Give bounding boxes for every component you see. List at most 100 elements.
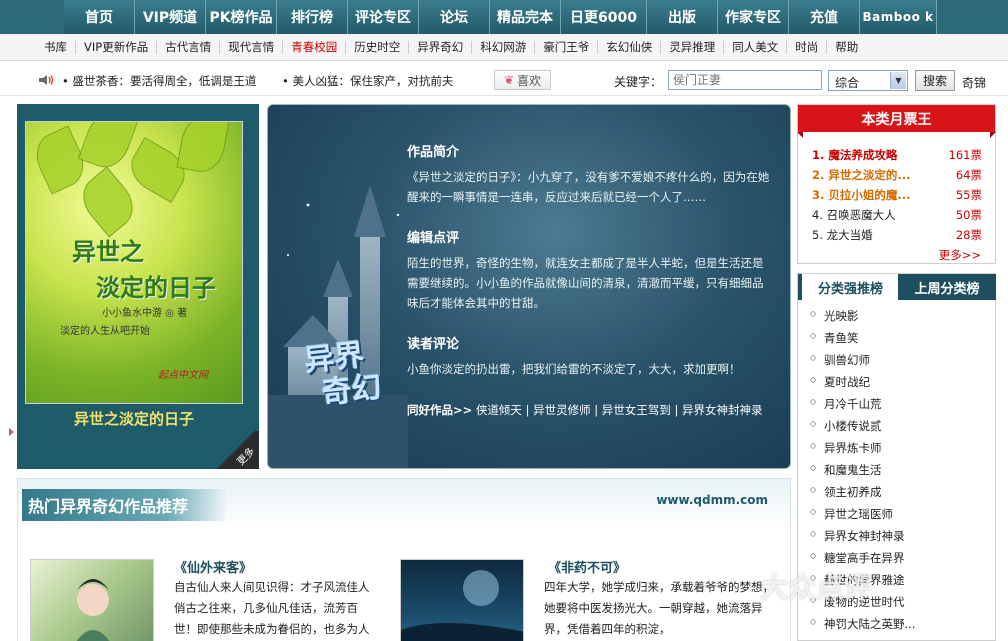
nav-vip[interactable]: VIP频道 (135, 0, 206, 34)
slide-marker-icon[interactable] (9, 428, 14, 436)
category-tab[interactable]: 现代言情 (220, 40, 284, 54)
ranking-votes: 50票 (955, 208, 982, 222)
category-book-item[interactable]: 领主初养成 (810, 484, 915, 506)
more-corner-tag[interactable]: 更多 (213, 431, 259, 469)
ranking-book-name[interactable]: 3. 贝拉小姐的魔... (812, 187, 910, 207)
ranking-book-name[interactable]: 2. 异世之淡定的... (812, 167, 910, 187)
ranking-row[interactable]: 5. 龙大当婚 28票 (812, 227, 982, 247)
category-tab[interactable]: 灵异推理 (661, 40, 725, 54)
ranking-row[interactable]: 3. 贝拉小姐的魔... 55票 (812, 187, 982, 207)
category-tab[interactable]: 古代言情 (157, 40, 221, 54)
category-book-item[interactable]: 驯兽幻师 (810, 352, 915, 374)
tab-last-week[interactable]: 上周分类榜 (898, 274, 996, 300)
category-book-item[interactable]: 月冷千山荒 (810, 396, 915, 418)
watermark: 大众点评 (760, 571, 873, 604)
nav-recharge[interactable]: 充值 (789, 0, 860, 34)
nav-publish[interactable]: 出版 (647, 0, 718, 34)
book-intro-panel: 作品简介 《异世之淡定的日子》：小九穿了，没有爹不爱娘不疼什么的，因为在她醒来的… (267, 104, 791, 469)
top-link-tail[interactable]: 奇锦 (962, 74, 986, 91)
top-nav: 首页 VIP频道 PK榜作品 排行榜 评论专区 论坛 精品完本 日更6000 出… (0, 0, 1008, 34)
category-tab[interactable]: 青春校园 (283, 40, 347, 54)
ranking-row[interactable]: 1. 魔法养成攻略 161票 (812, 147, 982, 167)
nav-forum[interactable]: 论坛 (419, 0, 490, 34)
ranking-votes: 161票 (948, 148, 982, 162)
category-tab[interactable]: 历史时空 (346, 40, 410, 54)
search-type-value: 综合 (835, 76, 860, 90)
category-tab[interactable]: 科幻网游 (472, 40, 536, 54)
category-tab[interactable]: 玄幻仙侠 (598, 40, 662, 54)
book-title-2[interactable]: 《非药不可》 (548, 557, 626, 576)
nav-home[interactable]: 首页 (64, 0, 135, 34)
category-tab[interactable]: 帮助 (827, 40, 866, 54)
nav-rank[interactable]: 排行榜 (277, 0, 348, 34)
category-book-item[interactable]: 青鱼笑 (810, 330, 915, 352)
book-thumb-2-art (401, 570, 523, 641)
nav-daily6000[interactable]: 日更6000 (561, 0, 647, 34)
nav-writer[interactable]: 作家专区 (718, 0, 789, 34)
category-tab[interactable]: 豪门王爷 (535, 40, 599, 54)
category-book-item[interactable]: 小楼传说贰 (810, 418, 915, 440)
leaf-decoration (176, 122, 230, 176)
category-tab[interactable]: 异界奇幻 (409, 40, 473, 54)
category-tab[interactable]: 时尚 (787, 40, 828, 54)
cover-title-line1: 异世之 (72, 238, 144, 266)
ranking-row[interactable]: 2. 异世之淡定的... 64票 (812, 167, 982, 187)
category-book-item[interactable]: 神罚大陆之英野... (810, 616, 915, 638)
nav-review[interactable]: 评论专区 (348, 0, 419, 34)
book-thumb-1[interactable] (30, 559, 154, 641)
chevron-down-icon: ▼ (890, 72, 906, 89)
category-tab[interactable]: 同人美文 (724, 40, 788, 54)
search-type-select[interactable]: 综合 ▼ (828, 70, 908, 91)
keyword-label: 关键字： (614, 75, 663, 89)
nav-bamboo[interactable]: Bamboo k (860, 0, 937, 34)
ranking-votes: 64票 (955, 168, 982, 182)
nav-pk[interactable]: PK榜作品 (206, 0, 277, 34)
category-book-item[interactable]: 和魔鬼生活 (810, 462, 915, 484)
book-title-1[interactable]: 《仙外来客》 (174, 557, 252, 576)
category-tab[interactable]: VIP更新作品 (76, 40, 158, 54)
related-works: 同好作品>> 侠道倾天 | 异世灵修师 | 异世女王驾到 | 异界女神封神录 (407, 402, 763, 418)
category-book-item[interactable]: 异界女神封神录 (810, 528, 915, 550)
cover-image[interactable]: 异世之 淡定的日子 小小鱼水中游 ◎ 著 淡定的人生从吧开始 起点中文网 (25, 121, 243, 404)
category-book-item[interactable]: 夏时战纪 (810, 374, 915, 396)
category-nav: 书库 VIP更新作品 古代言情 现代言情 青春校园 历史时空 异界奇幻 科幻网游 豪门王爷 玄幻仙… (0, 34, 1008, 61)
castle-illustration (268, 185, 408, 468)
featured-book-title[interactable]: 异世之淡定的日子 (25, 408, 243, 429)
book-thumb-2[interactable] (400, 559, 524, 641)
genre-logo: 异界 奇幻 (303, 337, 384, 412)
like-button[interactable]: ❦ 喜欢 (494, 70, 551, 90)
tab-category-push[interactable]: 分类强推榜 (798, 274, 898, 300)
reader-heading: 读者评论 (407, 337, 460, 352)
search-button[interactable]: 搜索 (915, 70, 955, 91)
related-label: 同好作品>> (407, 403, 473, 417)
cover-title-line2: 淡定的日子 (96, 274, 216, 302)
featured-book-cover[interactable]: 异世之 淡定的日子 小小鱼水中游 ◎ 著 淡定的人生从吧开始 起点中文网 异世之… (17, 104, 259, 469)
book-thumb-1-art (76, 579, 110, 641)
ranking-book-name[interactable]: 4. 召唤恶魔大人 (812, 207, 896, 227)
hot-section-title: 热门异界奇幻作品推荐 (22, 489, 229, 521)
editor-review-text: 陌生的世界，奇怪的生物，就连女主都成了是半人半蛇，但是生活还是需要继续的。小小鱼… (407, 256, 764, 310)
category-book-item[interactable]: 光映影 (810, 308, 915, 330)
notice-link-2[interactable]: • 美人凶猛：保住家产，对抗前夫 (282, 73, 453, 89)
speaker-icon (39, 75, 54, 85)
search-input[interactable] (668, 70, 822, 90)
nav-finished[interactable]: 精品完本 (490, 0, 561, 34)
more-link[interactable]: 更多>> (939, 247, 981, 263)
monthly-ranking-title: 本类月票王 (797, 105, 996, 138)
synopsis-heading: 作品简介 (407, 145, 460, 160)
corner-tag-label: 更多 (235, 445, 258, 468)
cover-tagline: 淡定的人生从吧开始 (60, 326, 150, 337)
ranking-book-name[interactable]: 1. 魔法养成攻略 (812, 147, 897, 167)
notice-link-1[interactable]: • 盛世茶香：要活得周全，低调是王道 (62, 73, 256, 89)
editor-heading: 编辑点评 (407, 231, 460, 246)
leaf-decoration (73, 166, 143, 238)
category-tab[interactable]: 书库 (36, 40, 76, 54)
ranking-row[interactable]: 4. 召唤恶魔大人 50票 (812, 207, 982, 227)
category-book-item[interactable]: 异世之瑶医师 (810, 506, 915, 528)
monthly-ticket-ranking: 本类月票王 1. 魔法养成攻略 161票 2. 异世之淡定的... 64票 3. 贝拉小… (797, 104, 996, 264)
category-book-item[interactable]: 异界炼卡师 (810, 440, 915, 462)
synopsis-text: 《异世之淡定的日子》：小九穿了，没有爹不爱娘不疼什么的，因为在她醒来的一瞬事情是… (407, 170, 770, 204)
related-works-links[interactable]: 侠道倾天 | 异世灵修师 | 异世女王驾到 | 异界女神封神录 (476, 403, 763, 417)
book-desc-1: 自古仙人来人间见识得：才子风流佳人俏古之往来，几多仙凡佳话，流芳百世！即使那些未… (174, 580, 370, 636)
ranking-book-name[interactable]: 5. 龙大当婚 (812, 227, 873, 247)
